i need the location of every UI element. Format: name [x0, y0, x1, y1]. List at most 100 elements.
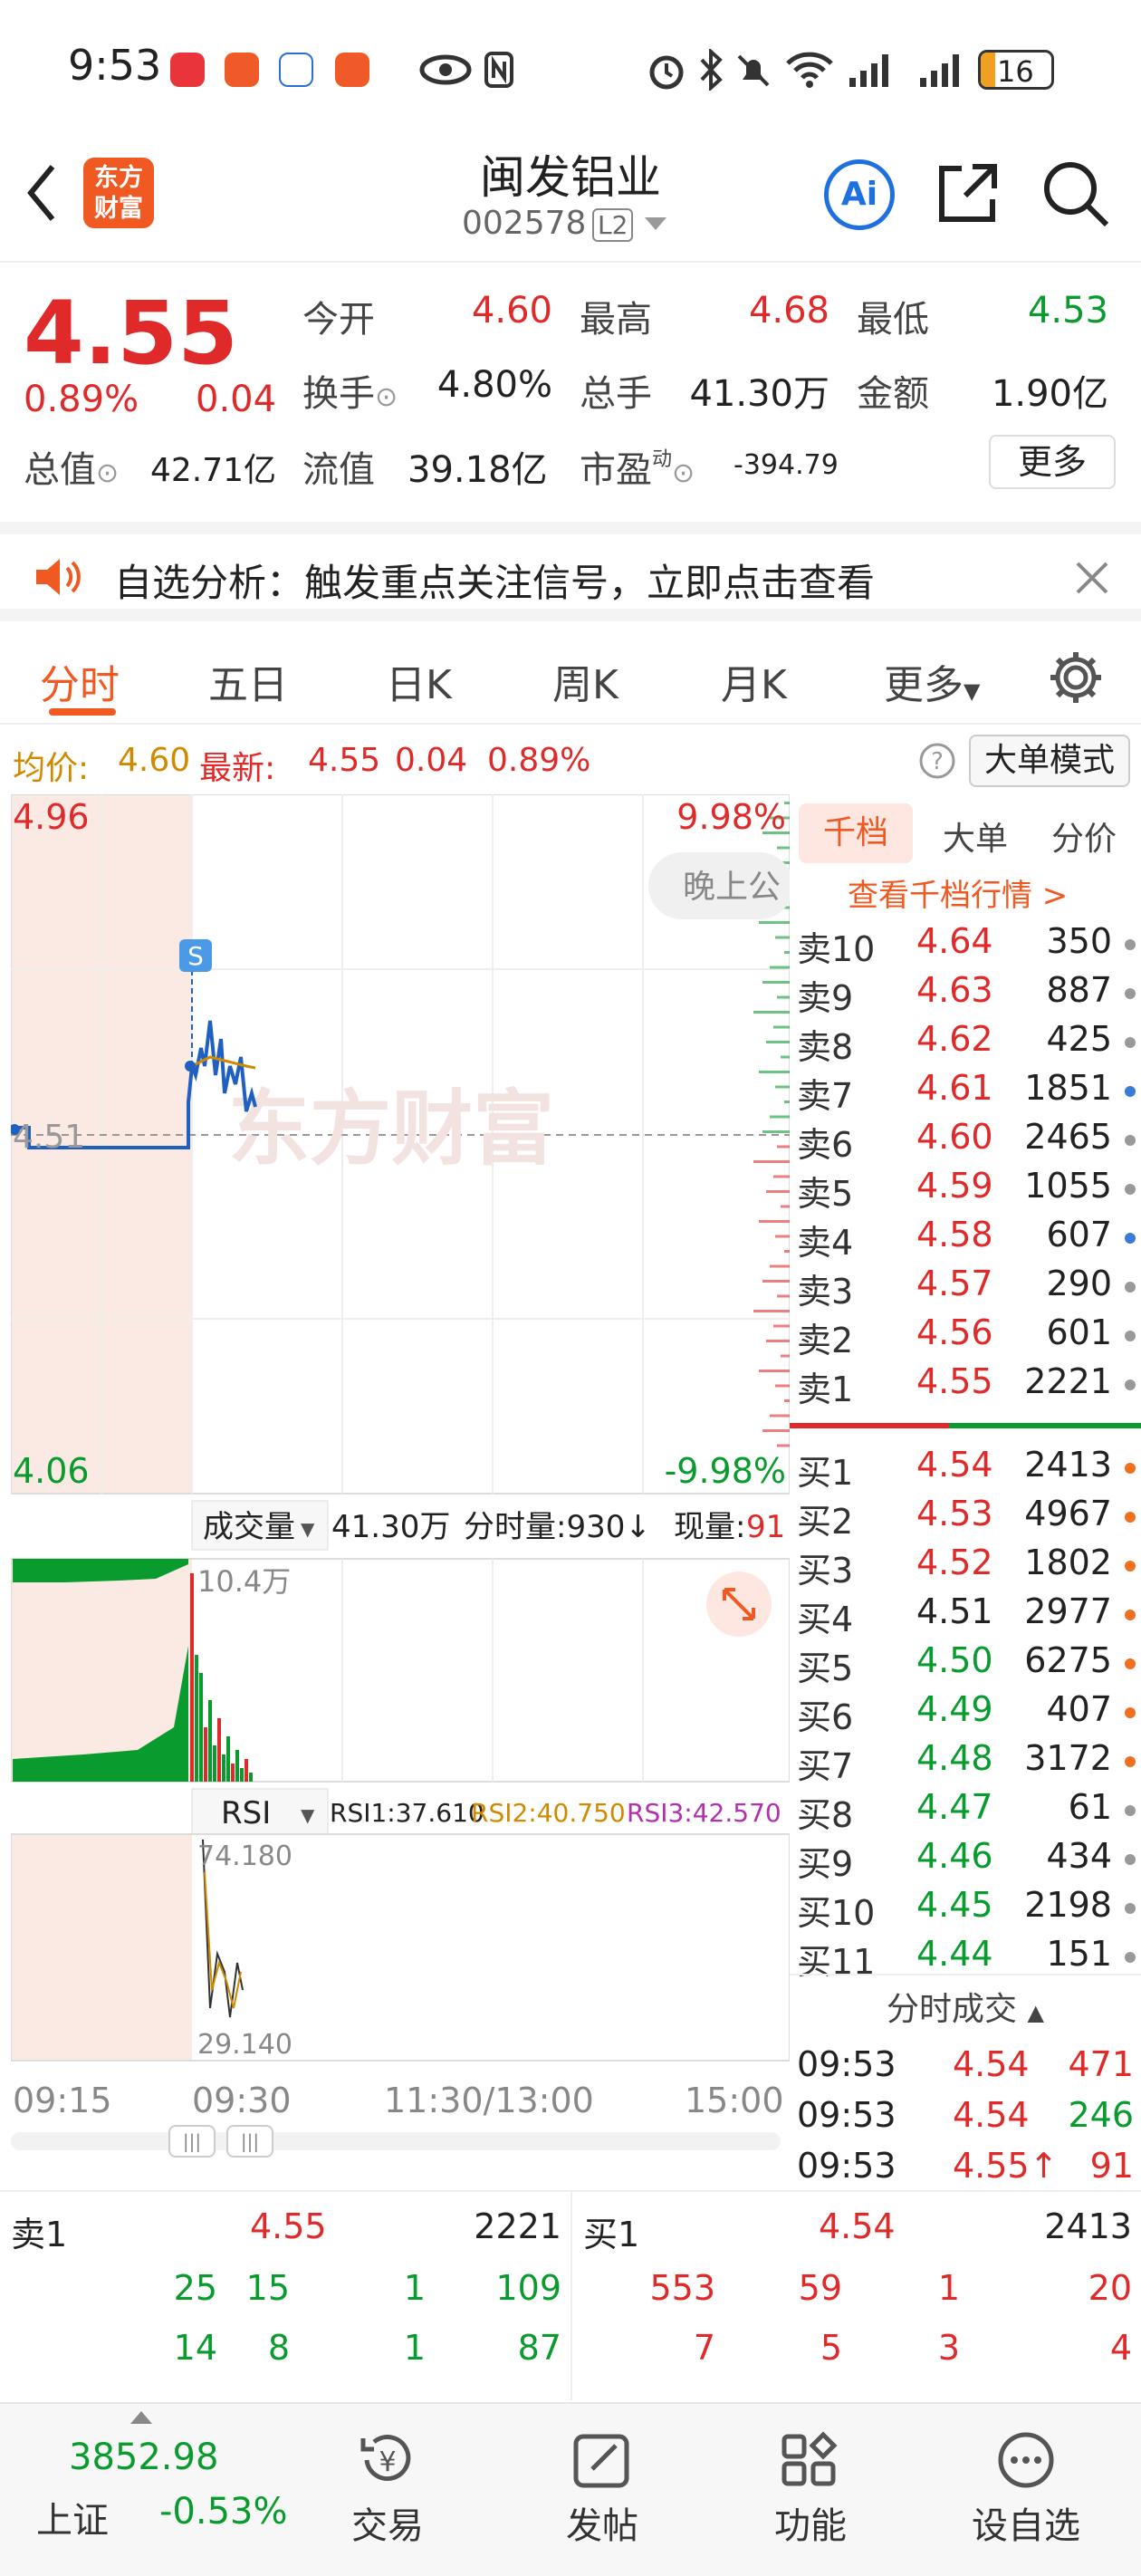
battery-level: 16	[997, 54, 1034, 89]
svg-text:¥: ¥	[379, 2446, 396, 2478]
amount-value: 1.90亿	[991, 373, 1108, 415]
chevron-down-icon[interactable]	[645, 217, 666, 232]
volume-bar	[217, 1718, 221, 1782]
info-icon[interactable]: ⊙	[96, 457, 119, 489]
bid-dot	[1125, 1756, 1136, 1767]
bid-row[interactable]: 买2 4.53 4967	[790, 1494, 1141, 1543]
info-icon[interactable]: ⊙	[672, 457, 695, 489]
volume-bar	[195, 1655, 198, 1782]
ask-row[interactable]: 卖7 4.61 1851	[790, 1068, 1141, 1117]
trades-title[interactable]: 分时成交 ▲	[790, 1974, 1141, 2030]
trade-price: 4.55↑	[953, 2146, 1059, 2186]
tab-big-order[interactable]: 大单	[925, 812, 1025, 860]
tab-monthly-k[interactable]: 月K	[721, 652, 787, 710]
ask-row[interactable]: 卖10 4.64 350	[790, 921, 1141, 970]
bid-row[interactable]: 买5 4.50 6275	[790, 1640, 1141, 1689]
depth-bar	[773, 1324, 790, 1328]
ask-volume: 290	[1046, 1264, 1112, 1303]
status-time: 9:53	[68, 41, 162, 90]
ask-price: 4.61	[916, 1068, 993, 1108]
nav-functions[interactable]: 功能	[743, 2431, 878, 2549]
ask-price: 4.64	[916, 921, 993, 961]
bid-volume: 6275	[1024, 1640, 1112, 1680]
scroll-handle-right[interactable]: |||	[226, 2125, 273, 2158]
avg-value: 4.60	[118, 742, 191, 779]
eastmoney-logo[interactable]: 东方 财富	[83, 158, 154, 228]
tab-daily-k[interactable]: 日K	[386, 652, 452, 710]
info-icon[interactable]: ⊙	[375, 381, 398, 413]
ask-row[interactable]: 卖9 4.63 887	[790, 970, 1141, 1019]
tab-weekly-k[interactable]: 周K	[552, 652, 618, 710]
level-order-cell: 1	[403, 2328, 426, 2368]
tab-price-distribution[interactable]: 分价	[1034, 812, 1134, 860]
chart-tabs: 分时 五日 日K 周K 月K 更多▼	[0, 625, 1141, 725]
tab-intraday[interactable]: 分时	[40, 652, 120, 710]
signal-point	[185, 1061, 196, 1072]
depth-bar	[781, 1055, 790, 1059]
bid-row[interactable]: 买10 4.45 2198	[790, 1885, 1141, 1934]
time-scroll-track[interactable]	[11, 2132, 781, 2150]
depth-bar	[753, 1160, 790, 1163]
bid-dot	[1125, 1512, 1136, 1523]
depth-bar	[770, 1414, 790, 1418]
level-order-cell: 553	[649, 2268, 715, 2308]
ai-assistant-button[interactable]: Ai	[824, 159, 895, 230]
depth-bar	[759, 921, 790, 924]
bid-row[interactable]: 买7 4.48 3172	[790, 1738, 1141, 1787]
level-order-cell: 109	[495, 2268, 561, 2308]
depth-bar	[759, 1220, 790, 1223]
bid-row[interactable]: 买8 4.47 61	[790, 1787, 1141, 1836]
bid-row[interactable]: 买9 4.46 434	[790, 1836, 1141, 1885]
scroll-handle-left[interactable]: |||	[168, 2125, 216, 2158]
bid-dot	[1125, 1658, 1136, 1669]
notice-banner[interactable]: 自选分析：触发重点关注信号，立即点击查看	[0, 522, 1141, 621]
order-book: 千档 大单 分价 查看千档行情 > 卖10 4.64 350 卖9 4.63 887 卖8 4…	[790, 794, 1141, 2186]
depth-bar	[777, 1294, 790, 1298]
depth-bar	[775, 936, 790, 939]
tab-more-label: 更多	[884, 662, 964, 708]
current-volume-label: 现量:	[674, 1509, 745, 1545]
settings-gear-icon[interactable]	[1047, 649, 1105, 706]
depth-bar	[762, 1429, 790, 1432]
thousand-level-link[interactable]: 查看千档行情 >	[848, 870, 1068, 915]
help-icon[interactable]: ?	[918, 742, 956, 780]
level-buy-label: 买1	[583, 2215, 640, 2254]
ask-row[interactable]: 卖8 4.62 425	[790, 1019, 1141, 1068]
intraday-chart[interactable]: 东方财富 S 4.96 4.51 4.06 9.98% -9.98% 晚上公 成…	[9, 793, 793, 2120]
bid-price: 4.49	[916, 1689, 993, 1729]
ask-dot	[1125, 1282, 1136, 1293]
search-icon[interactable]	[1041, 159, 1110, 228]
ask-row[interactable]: 卖6 4.60 2465	[790, 1117, 1141, 1166]
nav-post[interactable]: 发帖	[534, 2431, 670, 2549]
ask-row[interactable]: 卖4 4.58 607	[790, 1215, 1141, 1264]
index-change[interactable]: -0.53%	[159, 2491, 288, 2533]
compose-icon	[573, 2434, 629, 2488]
nav-trade[interactable]: ¥ 交易	[320, 2431, 455, 2549]
more-button[interactable]: 更多	[989, 435, 1116, 489]
tab-five-day[interactable]: 五日	[208, 652, 288, 710]
back-icon[interactable]	[24, 161, 60, 225]
bid-row[interactable]: 买6 4.49 407	[790, 1689, 1141, 1738]
close-icon[interactable]	[1074, 560, 1110, 596]
notification-app-icon	[225, 53, 259, 87]
ask-row[interactable]: 卖3 4.57 290	[790, 1264, 1141, 1312]
ask-row[interactable]: 卖2 4.56 601	[790, 1312, 1141, 1361]
bid-label: 买2	[797, 1502, 854, 1542]
index-name[interactable]: 上证	[36, 2491, 109, 2543]
tab-thousand-level[interactable]: 千档	[799, 803, 913, 863]
ask-row[interactable]: 卖5 4.59 1055	[790, 1166, 1141, 1215]
bid-price: 4.53	[916, 1494, 993, 1533]
bid-row[interactable]: 买3 4.52 1802	[790, 1543, 1141, 1591]
nav-add-watchlist[interactable]: 设自选	[958, 2431, 1094, 2549]
share-icon[interactable]	[935, 159, 1002, 226]
bid-row[interactable]: 买4 4.51 2977	[790, 1591, 1141, 1640]
price-high-label: 4.96	[13, 797, 90, 837]
index-value[interactable]: 3852.98	[69, 2437, 218, 2478]
eye-icon	[419, 54, 472, 85]
tab-more[interactable]: 更多▼	[884, 652, 980, 710]
bid-row[interactable]: 买1 4.54 2413	[790, 1445, 1141, 1494]
ask-row[interactable]: 卖1 4.55 2221	[790, 1361, 1141, 1410]
ask-volume: 1055	[1024, 1166, 1112, 1206]
depth-bar	[781, 1205, 790, 1208]
big-order-mode-button[interactable]: 大单模式	[969, 735, 1130, 787]
